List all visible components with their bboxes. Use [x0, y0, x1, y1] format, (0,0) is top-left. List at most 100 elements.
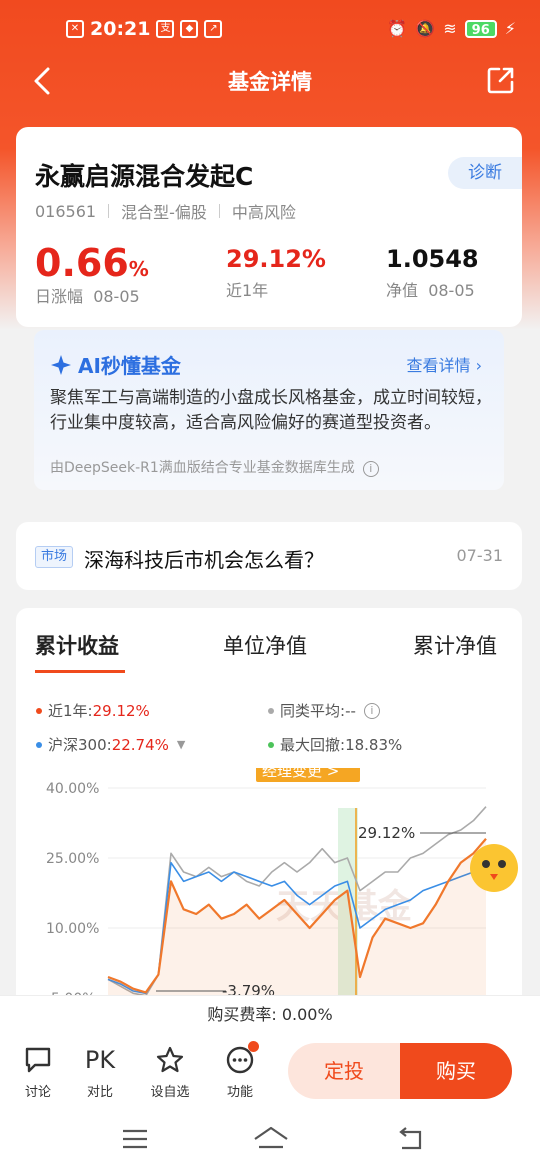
- legend-index-value: 22.74%: [111, 735, 169, 754]
- battery-indicator: 96: [464, 19, 497, 38]
- discuss-label: 讨论: [24, 1085, 51, 1100]
- notification-icon: ✕: [66, 20, 84, 38]
- mascot-chick-icon[interactable]: [470, 844, 518, 892]
- charging-icon: ⚡: [504, 19, 516, 38]
- chart-tabs: 累计收益 单位净值 累计净值: [16, 630, 522, 673]
- tab-underline: [35, 670, 125, 673]
- y-tick-label: 40.00%: [46, 781, 99, 797]
- legend-dot-fund: [36, 707, 42, 714]
- share-icon[interactable]: [486, 65, 516, 95]
- legend-fund-label: 近1年:: [48, 702, 93, 720]
- legend-fund: 近1年: 29.12%: [36, 700, 150, 721]
- ai-title-text: AI秒懂基金: [78, 354, 181, 378]
- year-label: 近1年: [226, 281, 269, 300]
- info-icon[interactable]: i: [363, 702, 380, 719]
- fund-type: 混合型-偏股: [121, 203, 207, 222]
- compare-label: 对比: [86, 1085, 113, 1100]
- nav-bar: 基金详情: [0, 58, 540, 104]
- app-icon-2: ◆: [180, 20, 199, 38]
- legend-drawdown-value: 18.83%: [345, 735, 403, 754]
- daily-date: 08-05: [93, 287, 140, 306]
- legend-index[interactable]: 沪深300: 22.74% ▼: [36, 734, 185, 755]
- nav-label: 净值: [386, 281, 419, 300]
- chat-bubble-icon: [25, 1047, 51, 1073]
- app-icon-3: ↗: [204, 20, 223, 38]
- chevron-right-icon: ›: [475, 356, 482, 375]
- divider: [218, 204, 220, 218]
- fund-name: 永赢启源混合发起C: [35, 162, 254, 191]
- nav-date: 08-05: [428, 281, 475, 300]
- info-icon[interactable]: i: [362, 461, 379, 477]
- ai-summary-card[interactable]: AI秒懂基金 查看详情 › 聚焦军工与高端制造的小盘成长风格基金，成立时间较短，…: [34, 330, 504, 490]
- page-title: 基金详情: [228, 70, 312, 94]
- back-icon[interactable]: [396, 1126, 426, 1152]
- manager-change-label: 经理变更 >: [262, 768, 339, 780]
- y-tick-label: 25.00%: [46, 851, 99, 867]
- divider: [108, 204, 110, 218]
- ai-description: 聚焦军工与高端制造的小盘成长风格基金，成立时间较短，行业集中度较高，适合高风险偏…: [50, 388, 492, 433]
- tab-cumulative-nav[interactable]: 累计净值: [413, 630, 497, 660]
- nav-metric: 1.0548 净值 08-05: [386, 245, 479, 301]
- pk-icon: PK: [84, 1046, 116, 1074]
- add-watchlist-label: 设自选: [150, 1085, 190, 1100]
- legend-drawdown-label: 最大回撤:: [280, 736, 346, 754]
- menu-icon[interactable]: [120, 1127, 150, 1151]
- return-chart[interactable]: 40.00%25.00%10.00%-5.00% 天天基金 经理变更 > 29.…: [16, 768, 522, 998]
- news-tag: 市场: [35, 546, 74, 568]
- legend-peer: 同类平均: -- i: [268, 700, 380, 721]
- star-plus-icon: [156, 1046, 184, 1073]
- status-time: 20:21: [90, 18, 151, 40]
- high-annotation: 29.12%: [358, 824, 415, 842]
- chart-card: 累计收益 单位净值 累计净值 近1年: 29.12% 同类平均: -- i 沪深30…: [16, 608, 522, 1028]
- legend-fund-value: 29.12%: [92, 701, 150, 720]
- discuss-button[interactable]: 讨论: [13, 1043, 63, 1100]
- ai-footer-text: 由DeepSeek-R1满血版结合专业基金数据库生成: [50, 460, 355, 476]
- purchase-fee: 购买费率: 0.00%: [0, 995, 540, 1033]
- tab-unit-nav[interactable]: 单位净值: [223, 630, 307, 660]
- tab-cumulative-return[interactable]: 累计收益: [35, 630, 119, 660]
- buy-button[interactable]: 购买: [400, 1043, 512, 1099]
- nav-value: 1.0548: [386, 245, 479, 273]
- ai-more-text: 查看详情: [406, 356, 471, 375]
- year-return-metric: 29.12% 近1年: [226, 245, 326, 301]
- y-tick-label: 10.00%: [46, 921, 99, 937]
- ai-more-link[interactable]: 查看详情 ›: [406, 352, 482, 376]
- wifi-icon: ≋: [443, 19, 457, 38]
- legend-dot-drawdown: [268, 741, 274, 748]
- fund-meta: 016561 混合型-偏股 中高风险: [35, 199, 296, 223]
- dropdown-triangle-icon[interactable]: ▼: [177, 738, 185, 751]
- sparkle-icon: [51, 354, 71, 375]
- function-button[interactable]: 功能: [215, 1041, 265, 1100]
- daily-label: 日涨幅: [35, 287, 84, 306]
- news-date: 07-31: [456, 546, 504, 565]
- news-title: 深海科技后市机会怎么看？: [84, 548, 324, 572]
- home-icon[interactable]: [253, 1125, 289, 1153]
- diagnose-button[interactable]: 诊断: [448, 157, 522, 189]
- app-icon: 支: [156, 20, 175, 38]
- fund-code: 016561: [35, 201, 97, 221]
- legend-index-label: 沪深300:: [48, 736, 112, 754]
- bottom-action-bar: 讨论 PK 对比 设自选 功能 定投 购买: [0, 1033, 540, 1109]
- news-card[interactable]: 市场 深海科技后市机会怎么看？ 07-31: [16, 522, 522, 590]
- legend-peer-value: --: [345, 701, 356, 720]
- fund-summary-card: 永赢启源混合发起C 诊断 016561 混合型-偏股 中高风险 0.66% 日涨…: [16, 127, 522, 327]
- legend-peer-label: 同类平均:: [280, 702, 346, 720]
- legend-dot-index: [36, 741, 42, 748]
- system-nav-bar: [0, 1109, 540, 1170]
- mute-icon: 🔕: [415, 19, 436, 38]
- legend-drawdown: 最大回撤: 18.83%: [268, 734, 402, 755]
- year-return-value: 29.12%: [226, 245, 326, 273]
- add-watchlist-button[interactable]: 设自选: [145, 1043, 195, 1100]
- auto-invest-button[interactable]: 定投: [288, 1043, 400, 1099]
- daily-change-metric: 0.66% 日涨幅 08-05: [35, 241, 149, 307]
- ai-footer: 由DeepSeek-R1满血版结合专业基金数据库生成 i: [50, 457, 379, 477]
- notification-dot: [248, 1041, 259, 1052]
- daily-change-value: 0.66: [35, 241, 129, 285]
- fund-risk: 中高风险: [231, 203, 296, 222]
- legend-dot-peer: [268, 707, 274, 714]
- compare-button[interactable]: PK 对比: [75, 1043, 125, 1100]
- ai-title: AI秒懂基金: [50, 350, 181, 379]
- function-label: 功能: [226, 1085, 253, 1100]
- status-bar: ✕ 20:21 支 ◆ ↗ ⏰ 🔕 ≋ 96 ⚡: [0, 0, 540, 58]
- alarm-icon: ⏰: [387, 19, 408, 38]
